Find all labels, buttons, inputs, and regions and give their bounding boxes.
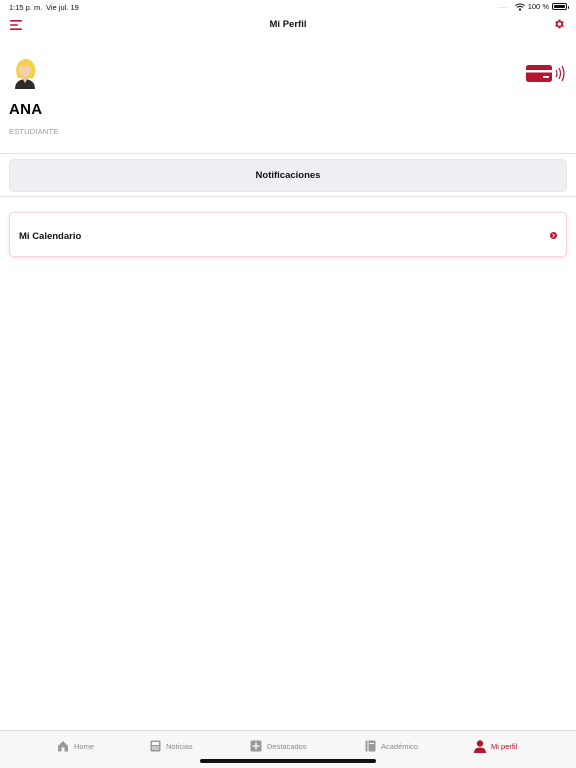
avatar-woman-icon bbox=[15, 59, 36, 89]
person-icon bbox=[474, 739, 486, 753]
page-title: Mi Perfil bbox=[269, 19, 307, 30]
home-icon bbox=[58, 741, 68, 752]
contactless-card-icon bbox=[526, 65, 565, 82]
battery-percent: 100 % bbox=[527, 2, 549, 11]
profile-name: ANA bbox=[9, 101, 43, 118]
status-right: .... 100 % bbox=[497, 2, 569, 11]
news-icon bbox=[150, 740, 161, 752]
tab-home[interactable]: Home bbox=[57, 739, 94, 753]
book-icon bbox=[365, 740, 376, 752]
plus-square-icon bbox=[250, 740, 262, 752]
profile-role: ESTUDIANTE bbox=[9, 127, 59, 136]
navigation-bar: Mi Perfil bbox=[0, 14, 576, 36]
student-card-button[interactable] bbox=[525, 63, 567, 83]
tab-label: Home bbox=[74, 741, 95, 751]
tab-featured[interactable]: Destacados bbox=[250, 739, 307, 753]
tab-profile[interactable]: Mi perfil bbox=[474, 739, 517, 753]
divider bbox=[0, 153, 576, 154]
home-indicator bbox=[200, 759, 376, 763]
settings-button[interactable] bbox=[553, 17, 567, 31]
list-item-calendar[interactable]: Mi Calendario bbox=[9, 212, 567, 257]
status-time: 1:15 p. m. bbox=[9, 3, 43, 12]
tab-label: Mi perfil bbox=[491, 741, 518, 751]
tab-label: Noticias bbox=[166, 741, 193, 751]
tab-label: Académico bbox=[381, 741, 419, 751]
tab-news[interactable]: Noticias bbox=[150, 739, 193, 753]
status-bar: 1:15 p. m. Vie jul. 19 .... 100 % bbox=[0, 0, 576, 14]
wifi-icon bbox=[514, 3, 525, 11]
status-date: Vie jul. 19 bbox=[46, 3, 79, 12]
gear-icon bbox=[555, 19, 564, 29]
chevron-right-circle-icon bbox=[550, 232, 557, 239]
divider bbox=[0, 196, 576, 197]
notifications-button[interactable]: Notificaciones bbox=[9, 159, 567, 192]
tab-academic[interactable]: Académico bbox=[365, 739, 418, 753]
battery-icon bbox=[552, 3, 569, 10]
list-item-label: Mi Calendario bbox=[19, 231, 82, 242]
tab-label: Destacados bbox=[267, 741, 307, 751]
status-dots: .... bbox=[497, 3, 508, 10]
avatar bbox=[9, 56, 41, 90]
